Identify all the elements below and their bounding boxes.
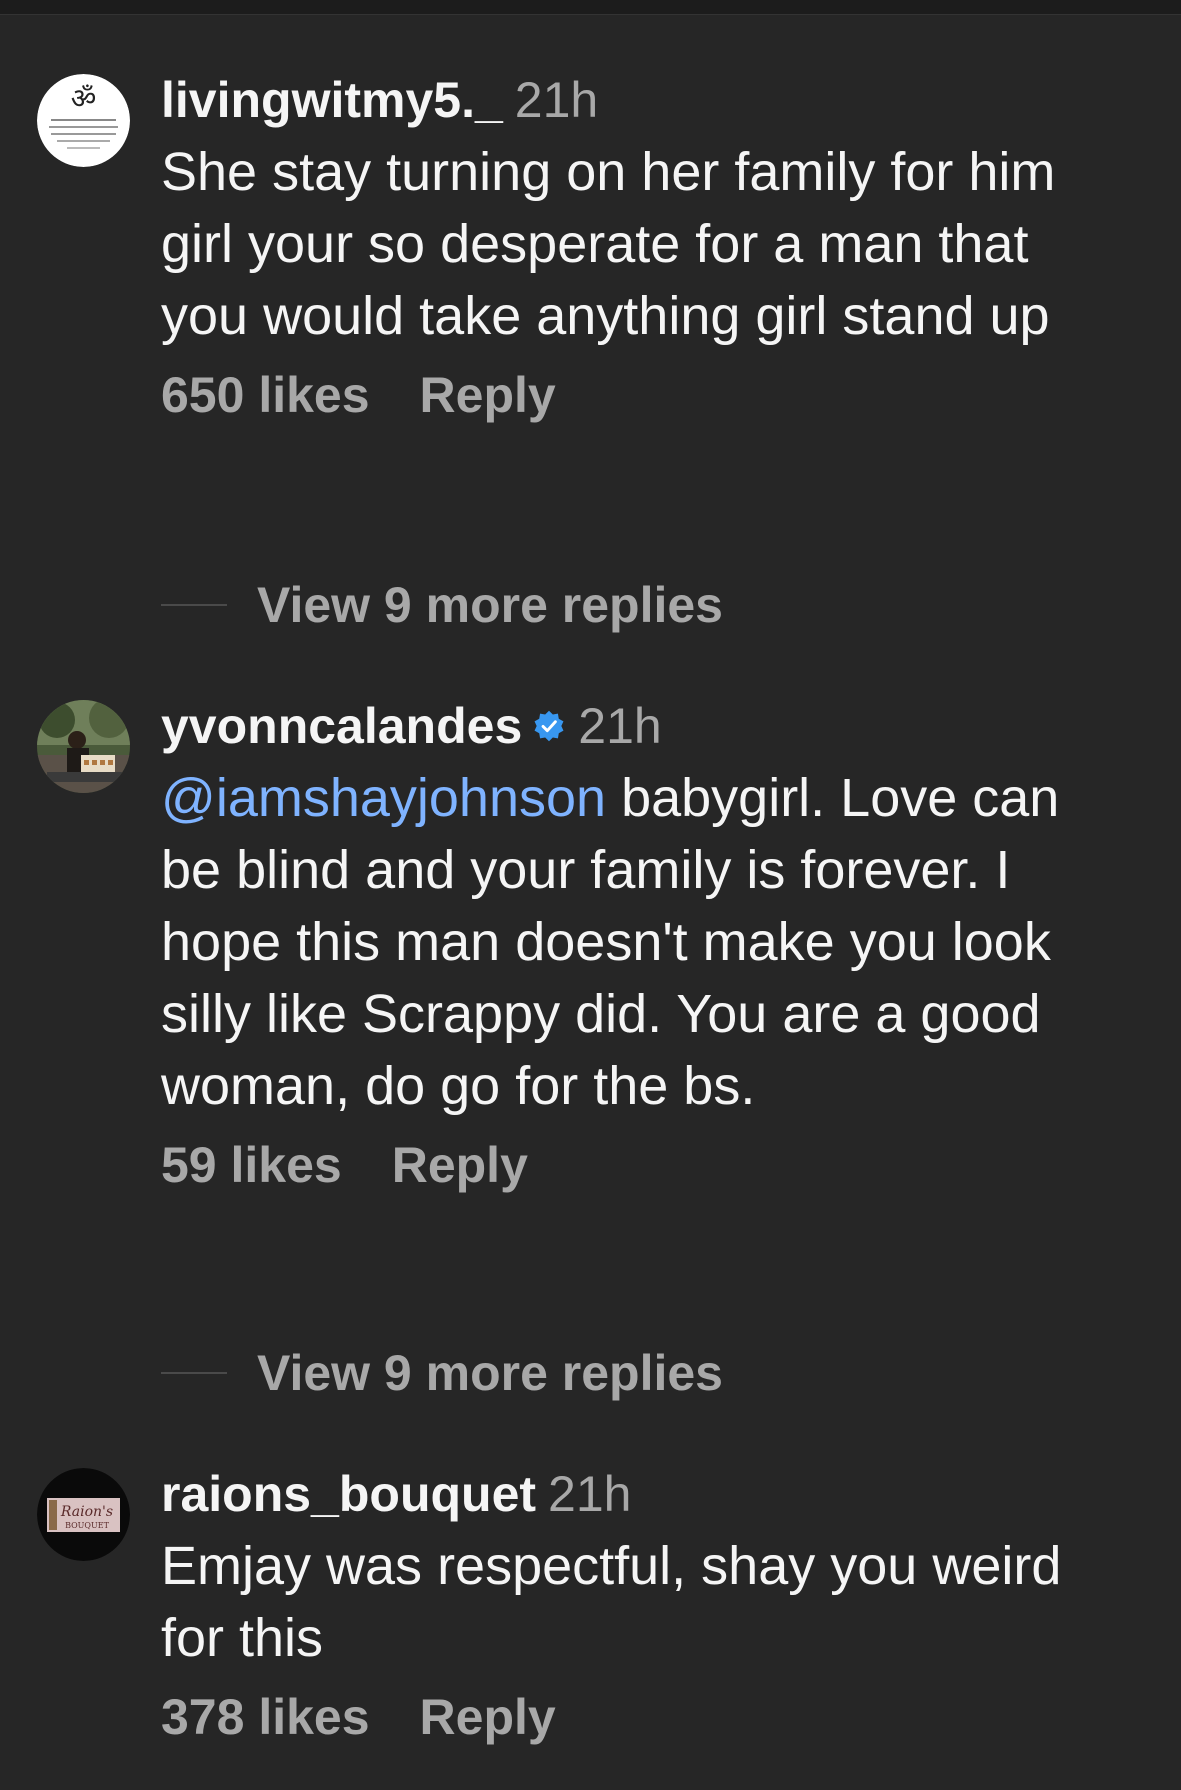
- reply-button[interactable]: Reply: [420, 366, 556, 424]
- photo-avatar-icon: [37, 700, 130, 793]
- view-replies-label: View 9 more replies: [257, 1345, 723, 1401]
- svg-text:ॐ: ॐ: [71, 82, 97, 115]
- comment-header: raions_bouquet 21h: [161, 1458, 1121, 1530]
- timestamp: 21h: [548, 1466, 632, 1522]
- replies-line: [161, 1372, 227, 1374]
- likes-count[interactable]: 59 likes: [161, 1136, 342, 1194]
- comment-text: She stay turning on her family for him g…: [161, 142, 1056, 346]
- view-replies-label: View 9 more replies: [257, 577, 723, 633]
- mention-link[interactable]: @iamshayjohnson: [161, 768, 606, 828]
- timestamp: 21h: [578, 698, 662, 754]
- username[interactable]: raions_bouquet: [161, 1458, 536, 1530]
- avatar[interactable]: Raion's BOUQUET: [37, 1468, 130, 1561]
- comment-actions: 59 likes Reply: [161, 1136, 1121, 1194]
- view-replies-button[interactable]: View 9 more replies: [161, 1344, 723, 1402]
- reply-button[interactable]: Reply: [392, 1136, 528, 1194]
- view-replies-button[interactable]: View 9 more replies: [161, 576, 723, 634]
- comment-actions: 378 likes Reply: [161, 1688, 1121, 1746]
- username[interactable]: livingwitmy5._: [161, 64, 503, 136]
- username[interactable]: yvonncalandes: [161, 690, 522, 762]
- comment-text: Emjay was respectful, shay you weird for…: [161, 1536, 1062, 1668]
- likes-count[interactable]: 378 likes: [161, 1688, 370, 1746]
- comment-header: livingwitmy5._ 21h: [161, 64, 1121, 136]
- om-avatar-icon: ॐ: [37, 74, 130, 167]
- timestamp: 21h: [514, 72, 599, 128]
- avatar[interactable]: [37, 700, 130, 793]
- top-divider: [0, 0, 1181, 15]
- likes-count[interactable]: 650 likes: [161, 366, 370, 424]
- avatar[interactable]: ॐ: [37, 74, 130, 167]
- svg-text:BOUQUET: BOUQUET: [65, 1521, 109, 1530]
- verified-badge-icon: [534, 710, 564, 742]
- comment-actions: 650 likes Reply: [161, 366, 1121, 424]
- comment-header: yvonncalandes 21h: [161, 690, 1121, 762]
- brand-logo-avatar-icon: Raion's BOUQUET: [37, 1468, 130, 1561]
- reply-button[interactable]: Reply: [420, 1688, 556, 1746]
- replies-line: [161, 604, 227, 606]
- svg-text:Raion's: Raion's: [60, 1504, 113, 1520]
- comment-text: @iamshayjohnson babygirl. Love can be bl…: [161, 762, 1121, 1122]
